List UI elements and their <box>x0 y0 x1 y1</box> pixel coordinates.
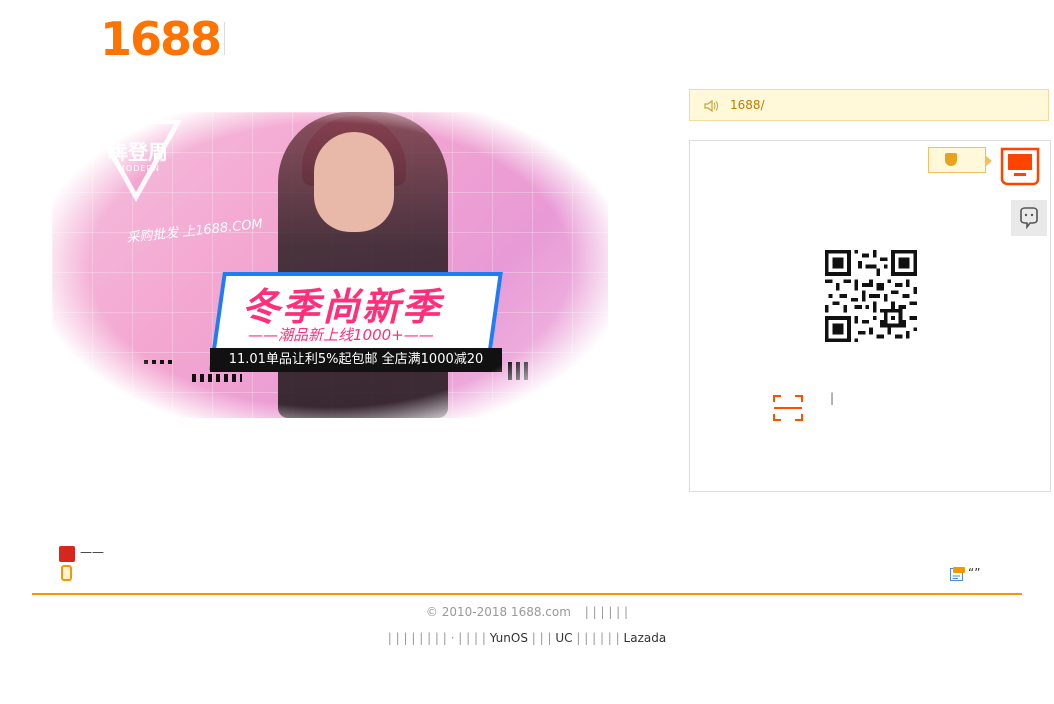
header-divider <box>224 22 225 55</box>
banner-promo: 11.01单品让利5%起包邮 全店满1000减20 <box>210 348 502 372</box>
notice-bar[interactable]: 1688/ <box>689 89 1049 121</box>
banner-stripe <box>192 374 242 382</box>
notice-text[interactable]: 1688/ <box>730 98 765 112</box>
shield-icon <box>945 153 957 166</box>
promo-line-text[interactable]: —— <box>80 545 104 559</box>
scan-icon <box>773 395 803 421</box>
banner-subline: ——潮品新上线1000+—— <box>248 326 434 344</box>
footer-link-group[interactable]: | | | | | | | | · | | | | <box>388 631 486 645</box>
feedback-icon[interactable] <box>950 567 966 581</box>
footer-link-group[interactable]: | | | <box>532 631 552 645</box>
banner-headline: 冬季尚新季 <box>242 285 443 329</box>
chat-bot-icon <box>1020 207 1038 230</box>
logo-1688[interactable]: 1688 <box>100 14 222 64</box>
banner-model-face <box>314 132 394 232</box>
copyright-links[interactable]: | | | | | | <box>585 605 628 619</box>
qr-code <box>825 250 917 342</box>
banner-stripe <box>144 360 172 364</box>
scan-divider: | <box>830 391 835 405</box>
banner-stripe <box>508 362 532 380</box>
side-help-button[interactable] <box>1011 200 1047 236</box>
footer-rule <box>32 593 1022 595</box>
banner-brand: 犇登周 <box>108 140 168 164</box>
footer-link-yunos[interactable]: YunOS <box>490 631 528 645</box>
login-panel: | <box>689 140 1051 492</box>
footer-link-lazada[interactable]: Lazada <box>624 631 667 645</box>
pc-login-switch-icon[interactable] <box>1000 147 1040 187</box>
promo-banner[interactable]: 犇登周 MODERN 采购批发 上1688.COM 冬季尚新季 ——潮品新上线1… <box>52 112 608 418</box>
footer-link-uc[interactable]: UC <box>555 631 572 645</box>
banner-brand-sub: MODERN <box>118 164 160 173</box>
footer-copyright: © 2010-2018 1688.com | | | | | | <box>0 605 1054 619</box>
footer-links: | | | | | | | | · | | | | YunOS | | | UC… <box>0 631 1054 645</box>
feedback-text[interactable]: “” <box>968 566 980 580</box>
copyright-text: © 2010-2018 1688.com <box>425 605 571 619</box>
speaker-icon <box>704 99 718 113</box>
security-tip <box>928 147 992 173</box>
mobile-icon[interactable] <box>61 565 72 581</box>
badge-icon <box>59 546 75 562</box>
footer-link-group[interactable]: | | | | | | <box>576 631 619 645</box>
